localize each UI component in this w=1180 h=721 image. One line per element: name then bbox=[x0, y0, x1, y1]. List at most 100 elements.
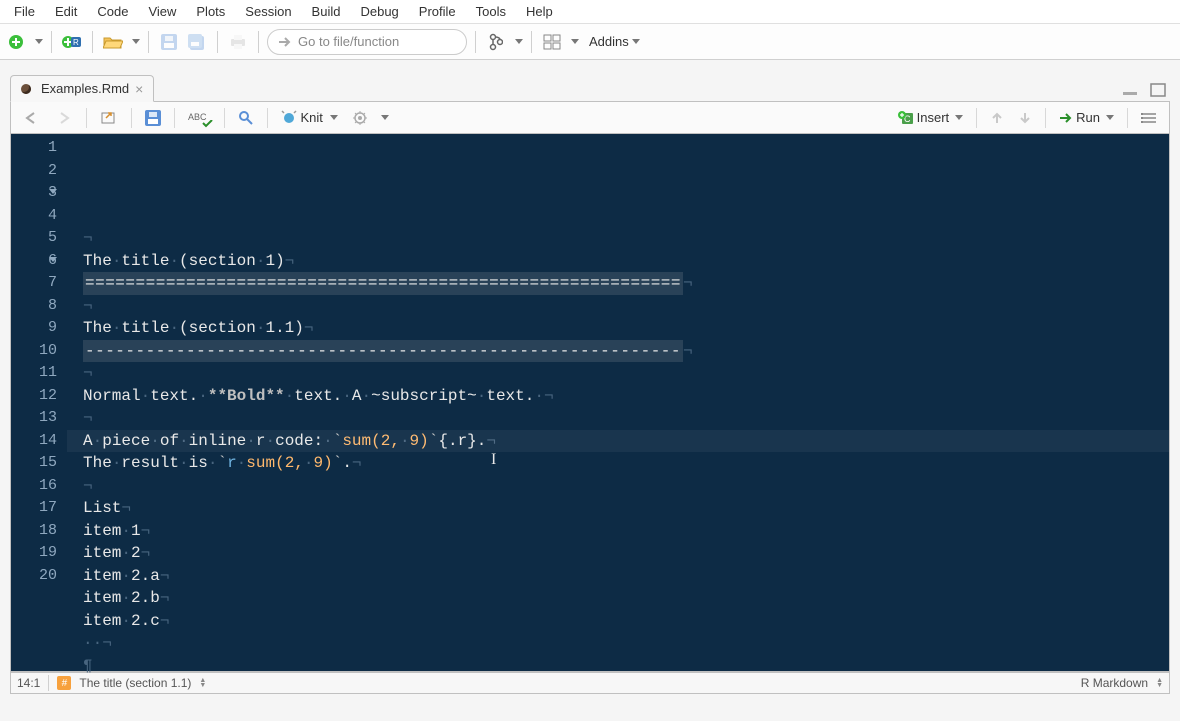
line-number[interactable]: 3 bbox=[11, 182, 57, 205]
file-type-label[interactable]: R Markdown bbox=[1081, 676, 1148, 690]
run-dropdown-icon[interactable] bbox=[1106, 115, 1114, 120]
code-line[interactable]: List¬ bbox=[83, 497, 1169, 520]
code-line[interactable]: The·title·(section·1)¬ bbox=[83, 250, 1169, 273]
current-line-highlight bbox=[67, 430, 1169, 453]
editor-toolbar: ABC Knit C Insert bbox=[10, 102, 1170, 134]
line-number[interactable]: 17 bbox=[11, 497, 57, 520]
menu-help[interactable]: Help bbox=[516, 2, 563, 21]
code-line[interactable]: ¬ bbox=[83, 475, 1169, 498]
open-file-button[interactable] bbox=[101, 30, 125, 54]
new-file-button[interactable] bbox=[4, 30, 28, 54]
panes-button[interactable] bbox=[540, 30, 564, 54]
line-number[interactable]: 4 bbox=[11, 205, 57, 228]
insert-icon: C bbox=[898, 111, 914, 125]
line-number[interactable]: 1 bbox=[11, 137, 57, 160]
fold-toggle-icon[interactable] bbox=[49, 189, 57, 194]
code-line[interactable]: ¬ bbox=[83, 227, 1169, 250]
knit-dropdown-icon[interactable] bbox=[330, 115, 338, 120]
outline-updown-icon[interactable]: ▲▼ bbox=[199, 678, 206, 688]
tab-examples-rmd[interactable]: Examples.Rmd × bbox=[10, 75, 154, 102]
menu-tools[interactable]: Tools bbox=[466, 2, 516, 21]
find-replace-button[interactable] bbox=[234, 107, 258, 129]
code-line[interactable]: ----------------------------------------… bbox=[83, 340, 1169, 363]
menu-debug[interactable]: Debug bbox=[350, 2, 408, 21]
line-number-gutter[interactable]: 1234567891011121314151617181920 bbox=[11, 134, 67, 671]
line-number[interactable]: 2 bbox=[11, 160, 57, 183]
menu-view[interactable]: View bbox=[138, 2, 186, 21]
line-number[interactable]: 9 bbox=[11, 317, 57, 340]
addins-menu[interactable]: Addins bbox=[583, 29, 646, 55]
separator bbox=[475, 31, 476, 53]
code-line[interactable]: The·title·(section·1.1)¬ bbox=[83, 317, 1169, 340]
line-number[interactable]: 20 bbox=[11, 565, 57, 588]
code-line[interactable]: item·1¬ bbox=[83, 520, 1169, 543]
line-number[interactable]: 6 bbox=[11, 250, 57, 273]
separator bbox=[92, 31, 93, 53]
fold-toggle-icon[interactable] bbox=[49, 257, 57, 262]
code-line[interactable]: item·2.a¬ bbox=[83, 565, 1169, 588]
options-dropdown-icon[interactable] bbox=[381, 115, 389, 120]
code-line[interactable]: Normal·text.·**Bold**·text.·A·~subscript… bbox=[83, 385, 1169, 408]
save-button[interactable] bbox=[157, 30, 181, 54]
line-number[interactable]: 16 bbox=[11, 475, 57, 498]
menu-edit[interactable]: Edit bbox=[45, 2, 87, 21]
vcs-dropdown-icon[interactable] bbox=[515, 39, 523, 44]
knit-icon bbox=[281, 110, 297, 126]
document-options-button[interactable] bbox=[348, 107, 372, 129]
insert-chunk-button[interactable]: C Insert bbox=[894, 107, 968, 129]
line-number[interactable]: 8 bbox=[11, 295, 57, 318]
menu-file[interactable]: File bbox=[4, 2, 45, 21]
minimize-pane-icon[interactable] bbox=[1118, 78, 1142, 102]
line-number[interactable]: 7 bbox=[11, 272, 57, 295]
line-number[interactable]: 10 bbox=[11, 340, 57, 363]
menu-session[interactable]: Session bbox=[235, 2, 301, 21]
code-line[interactable]: ¶ bbox=[83, 655, 1169, 678]
close-tab-icon[interactable]: × bbox=[135, 82, 143, 96]
code-line[interactable]: item·2.b¬ bbox=[83, 587, 1169, 610]
menu-build[interactable]: Build bbox=[302, 2, 351, 21]
code-area[interactable]: I ¬The·title·(section·1)¬===============… bbox=[67, 134, 1169, 671]
new-file-dropdown-icon[interactable] bbox=[35, 39, 43, 44]
goto-file-function-input[interactable]: Go to file/function bbox=[267, 29, 467, 55]
line-number[interactable]: 14 bbox=[11, 430, 57, 453]
outline-current-section[interactable]: The title (section 1.1) bbox=[79, 676, 191, 690]
nav-back-button[interactable] bbox=[19, 107, 45, 129]
outline-toggle-button[interactable] bbox=[1137, 107, 1161, 129]
maximize-pane-icon[interactable] bbox=[1146, 78, 1170, 102]
line-number[interactable]: 15 bbox=[11, 452, 57, 475]
version-control-button[interactable] bbox=[484, 30, 508, 54]
separator bbox=[1045, 108, 1046, 128]
run-prev-chunks-button[interactable] bbox=[986, 107, 1008, 129]
save-document-button[interactable] bbox=[141, 107, 165, 129]
code-line[interactable]: ··¬ bbox=[83, 632, 1169, 655]
insert-dropdown-icon[interactable] bbox=[955, 115, 963, 120]
code-line[interactable]: ========================================… bbox=[83, 272, 1169, 295]
code-line[interactable]: ¬ bbox=[83, 295, 1169, 318]
line-number[interactable]: 5 bbox=[11, 227, 57, 250]
panes-dropdown-icon[interactable] bbox=[571, 39, 579, 44]
print-button[interactable] bbox=[226, 30, 250, 54]
line-number[interactable]: 11 bbox=[11, 362, 57, 385]
run-next-chunk-button[interactable] bbox=[1014, 107, 1036, 129]
menu-plots[interactable]: Plots bbox=[186, 2, 235, 21]
line-number[interactable]: 18 bbox=[11, 520, 57, 543]
filetype-updown-icon[interactable]: ▲▼ bbox=[1156, 678, 1163, 688]
source-editor[interactable]: 1234567891011121314151617181920 I ¬The·t… bbox=[10, 134, 1170, 672]
code-line[interactable]: ¬ bbox=[83, 362, 1169, 385]
code-line[interactable]: ¬ bbox=[83, 407, 1169, 430]
show-in-new-window-button[interactable] bbox=[96, 107, 122, 129]
save-all-button[interactable] bbox=[185, 30, 209, 54]
open-recent-dropdown-icon[interactable] bbox=[132, 39, 140, 44]
menu-code[interactable]: Code bbox=[87, 2, 138, 21]
nav-forward-button[interactable] bbox=[51, 107, 77, 129]
new-project-button[interactable]: R bbox=[60, 30, 84, 54]
line-number[interactable]: 19 bbox=[11, 542, 57, 565]
menu-profile[interactable]: Profile bbox=[409, 2, 466, 21]
code-line[interactable]: item·2.c¬ bbox=[83, 610, 1169, 633]
code-line[interactable]: item·2¬ bbox=[83, 542, 1169, 565]
knit-button[interactable]: Knit bbox=[277, 110, 342, 126]
line-number[interactable]: 13 bbox=[11, 407, 57, 430]
run-button[interactable]: Run bbox=[1055, 107, 1118, 129]
line-number[interactable]: 12 bbox=[11, 385, 57, 408]
code-line[interactable]: The·result·is·`r·sum(2,·9)`.¬ bbox=[83, 452, 1169, 475]
